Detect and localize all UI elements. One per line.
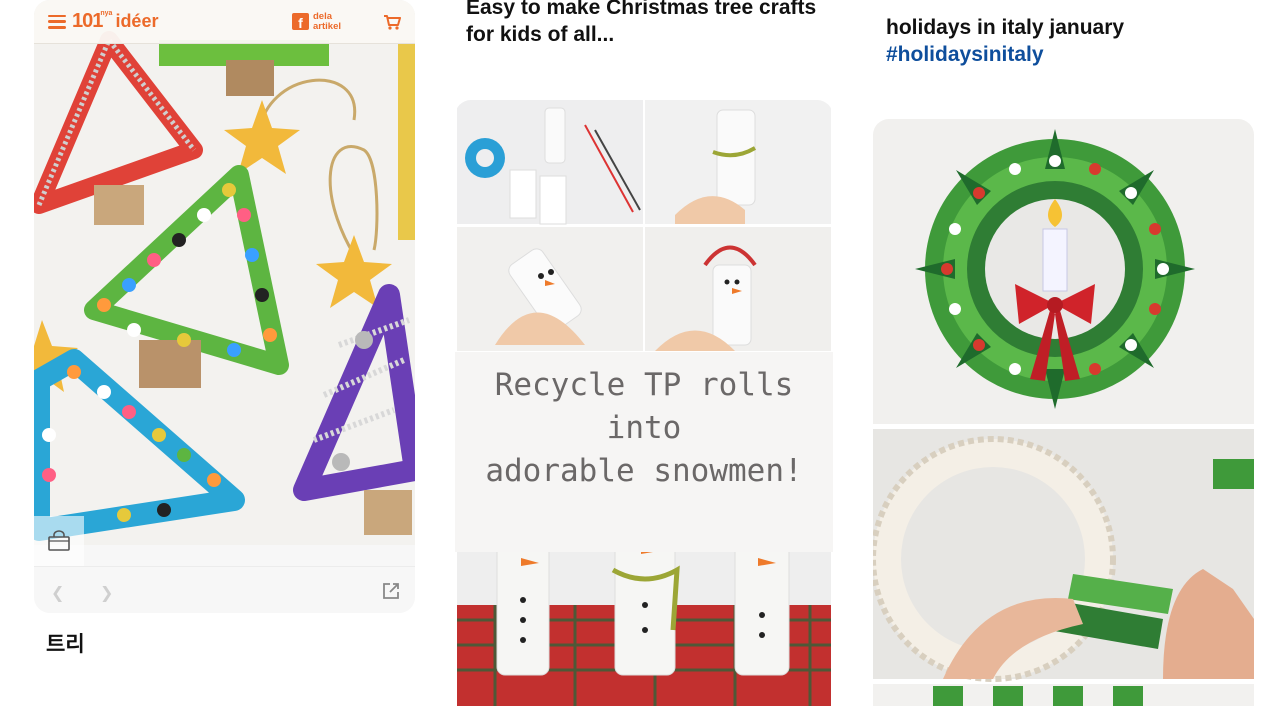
craft-step-photo: [645, 100, 831, 224]
external-link-icon[interactable]: [381, 581, 401, 601]
pin-title[interactable]: Easy to make Christmas tree crafts for k…: [466, 0, 826, 48]
chevron-right-icon[interactable]: ❯: [100, 583, 113, 603]
facebook-icon: f: [292, 13, 309, 30]
craft-step-photo: [645, 227, 831, 351]
image-caption: Recycle TP rolls into adorable snowmen!: [455, 364, 833, 493]
pin-card-1-frame[interactable]: 101 nya idéer f dela artikel ❮ ❯: [34, 0, 415, 613]
pin-image-footer: ❮ ❯: [34, 566, 415, 613]
shop-button[interactable]: [34, 516, 84, 566]
logo-number: 101: [72, 10, 103, 32]
site-header: 101 nya idéer f dela artikel: [34, 0, 415, 44]
site-logo[interactable]: 101 nya idéer: [72, 10, 158, 33]
pin-title[interactable]: holidays in italy january: [886, 14, 1124, 41]
caption-line-1: Recycle TP rolls into: [494, 367, 794, 446]
paper-plate-photo: [873, 429, 1254, 682]
wreath-photo: [873, 119, 1254, 424]
shopping-bag-icon: [48, 530, 70, 551]
craft-step-photo: [457, 100, 643, 225]
chevron-left-icon[interactable]: ❮: [51, 583, 64, 603]
pin-image-tp-roll-snowmen[interactable]: Recycle TP rolls into adorable snowmen!: [455, 100, 833, 706]
logo-small-text: nya: [100, 10, 113, 17]
logo-word: idéer: [115, 11, 159, 31]
pin-title[interactable]: 트리: [46, 628, 85, 658]
facebook-share-button[interactable]: f dela artikel: [292, 10, 349, 32]
craft-step-photo: [457, 227, 643, 351]
pin-image-popsicle-trees[interactable]: [34, 0, 415, 545]
pin-image-paper-wreath[interactable]: [873, 119, 1254, 706]
cart-icon[interactable]: [383, 14, 401, 30]
share-label: dela artikel: [313, 10, 341, 32]
caption-line-2: adorable snowmen!: [485, 453, 803, 489]
hashtag-link[interactable]: #holidaysinitaly: [886, 41, 1044, 68]
menu-icon[interactable]: [48, 14, 66, 29]
